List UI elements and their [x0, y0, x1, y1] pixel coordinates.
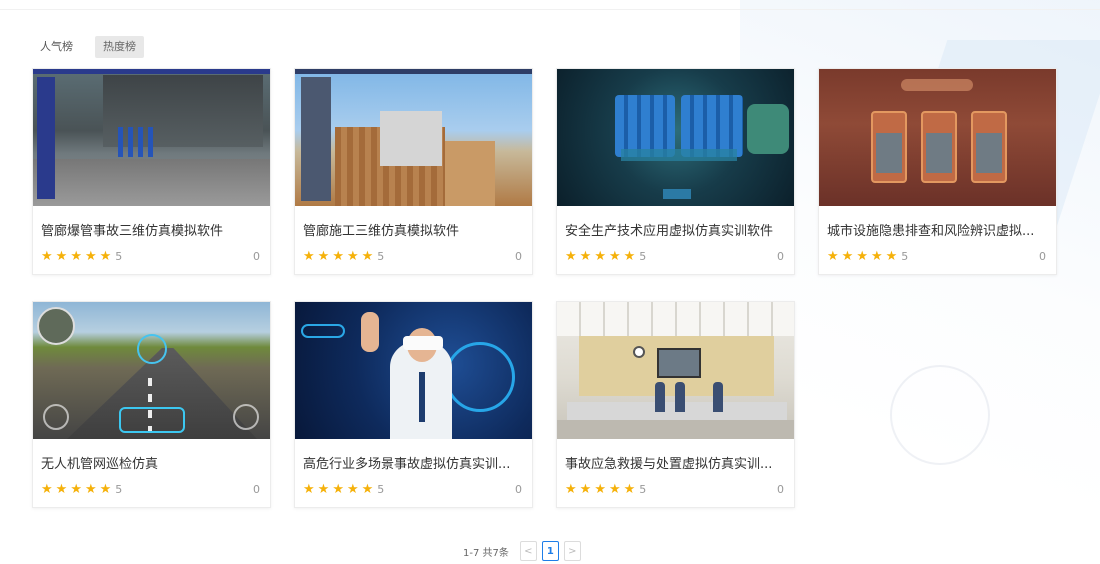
card-thumbnail[interactable]	[33, 69, 270, 206]
page-1-button[interactable]: 1	[541, 541, 559, 561]
prev-page-button[interactable]: <	[519, 541, 537, 561]
rating-value: 5	[639, 482, 647, 496]
view-count: 0	[777, 482, 784, 496]
star-icon: ★	[84, 481, 97, 497]
star-rating: ★ ★ ★ ★ ★ 5	[565, 483, 646, 496]
software-card[interactable]: 安全生产技术应用虚拟仿真实训软件 ★ ★ ★ ★ ★ 5 0	[556, 68, 795, 275]
pagination-total: 1-7 共7条	[463, 547, 509, 559]
rating-value: 5	[115, 249, 123, 263]
star-icon: ★	[361, 481, 374, 497]
star-icon: ★	[579, 248, 592, 264]
card-title[interactable]: 管廊爆管事故三维仿真模拟软件	[41, 220, 262, 239]
view-count: 0	[1039, 249, 1046, 263]
star-rating: ★ ★ ★ ★ ★ 5	[827, 250, 908, 263]
card-thumbnail[interactable]	[557, 69, 794, 206]
card-meta: ★ ★ ★ ★ ★ 5 0	[827, 248, 1048, 264]
star-rating: ★ ★ ★ ★ ★ 5	[565, 250, 646, 263]
star-icon: ★	[870, 248, 883, 264]
star-icon: ★	[332, 481, 344, 497]
star-icon: ★	[70, 481, 82, 497]
software-card[interactable]: 事故应急救援与处置虚拟仿真实训... ★ ★ ★ ★ ★ 5 0	[556, 301, 795, 508]
software-card[interactable]: 管廊爆管事故三维仿真模拟软件 ★ ★ ★ ★ ★ 5 0	[32, 68, 271, 275]
star-rating: ★ ★ ★ ★ ★ 5	[41, 483, 122, 496]
star-icon: ★	[303, 248, 315, 264]
card-meta: ★ ★ ★ ★ ★ 5 0	[41, 248, 262, 264]
card-meta: ★ ★ ★ ★ ★ 5 0	[303, 481, 524, 497]
card-thumbnail[interactable]	[295, 69, 532, 206]
next-page-button[interactable]: >	[563, 541, 581, 561]
star-icon: ★	[41, 248, 53, 264]
card-title[interactable]: 城市设施隐患排查和风险辨识虚拟...	[827, 220, 1048, 239]
star-icon: ★	[55, 248, 68, 264]
pagination: 1-7 共7条 < 1 >	[463, 541, 581, 561]
star-icon: ★	[885, 248, 898, 264]
star-icon: ★	[565, 248, 577, 264]
star-icon: ★	[99, 481, 112, 497]
tab-popularity[interactable]: 人气榜	[32, 36, 81, 58]
software-card[interactable]: 管廊施工三维仿真模拟软件 ★ ★ ★ ★ ★ 5 0	[294, 68, 533, 275]
star-icon: ★	[317, 248, 330, 264]
card-thumbnail[interactable]	[33, 302, 270, 439]
star-icon: ★	[608, 248, 621, 264]
star-icon: ★	[565, 481, 577, 497]
star-icon: ★	[841, 248, 854, 264]
star-rating: ★ ★ ★ ★ ★ 5	[303, 250, 384, 263]
tab-hotness[interactable]: 热度榜	[95, 36, 144, 58]
card-thumbnail[interactable]	[819, 69, 1056, 206]
star-icon: ★	[579, 481, 592, 497]
star-icon: ★	[55, 481, 68, 497]
rating-value: 5	[901, 249, 909, 263]
card-meta: ★ ★ ★ ★ ★ 5 0	[565, 481, 786, 497]
view-count: 0	[253, 249, 260, 263]
star-icon: ★	[623, 481, 636, 497]
view-count: 0	[777, 249, 784, 263]
star-icon: ★	[99, 248, 112, 264]
card-meta: ★ ★ ★ ★ ★ 5 0	[565, 248, 786, 264]
card-title[interactable]: 管廊施工三维仿真模拟软件	[303, 220, 524, 239]
star-icon: ★	[346, 481, 359, 497]
star-icon: ★	[332, 248, 344, 264]
star-icon: ★	[594, 248, 606, 264]
star-icon: ★	[84, 248, 97, 264]
card-title[interactable]: 无人机管网巡检仿真	[41, 453, 262, 472]
software-card[interactable]: 城市设施隐患排查和风险辨识虚拟... ★ ★ ★ ★ ★ 5 0	[818, 68, 1057, 275]
card-meta: ★ ★ ★ ★ ★ 5 0	[41, 481, 262, 497]
star-rating: ★ ★ ★ ★ ★ 5	[303, 483, 384, 496]
rating-value: 5	[639, 249, 647, 263]
card-meta: ★ ★ ★ ★ ★ 5 0	[303, 248, 524, 264]
star-icon: ★	[303, 481, 315, 497]
star-icon: ★	[623, 248, 636, 264]
software-card[interactable]: 高危行业多场景事故虚拟仿真实训... ★ ★ ★ ★ ★ 5 0	[294, 301, 533, 508]
rating-value: 5	[377, 482, 385, 496]
view-count: 0	[515, 482, 522, 496]
star-icon: ★	[594, 481, 606, 497]
card-thumbnail[interactable]	[557, 302, 794, 439]
rating-value: 5	[377, 249, 385, 263]
star-icon: ★	[41, 481, 53, 497]
star-rating: ★ ★ ★ ★ ★ 5	[41, 250, 122, 263]
software-card-grid: 管廊爆管事故三维仿真模拟软件 ★ ★ ★ ★ ★ 5 0 管廊施工三维仿真模拟软…	[32, 68, 1057, 508]
view-count: 0	[515, 249, 522, 263]
star-icon: ★	[608, 481, 621, 497]
ranking-tabs: 人气榜 热度榜	[32, 36, 144, 58]
card-title[interactable]: 安全生产技术应用虚拟仿真实训软件	[565, 220, 786, 239]
card-title[interactable]: 高危行业多场景事故虚拟仿真实训...	[303, 453, 524, 472]
star-icon: ★	[856, 248, 868, 264]
rating-value: 5	[115, 482, 123, 496]
star-icon: ★	[317, 481, 330, 497]
star-icon: ★	[70, 248, 82, 264]
star-icon: ★	[346, 248, 359, 264]
software-card[interactable]: 无人机管网巡检仿真 ★ ★ ★ ★ ★ 5 0	[32, 301, 271, 508]
star-icon: ★	[361, 248, 374, 264]
view-count: 0	[253, 482, 260, 496]
card-title[interactable]: 事故应急救援与处置虚拟仿真实训...	[565, 453, 786, 472]
top-divider	[0, 9, 1100, 10]
card-thumbnail[interactable]	[295, 302, 532, 439]
star-icon: ★	[827, 248, 839, 264]
